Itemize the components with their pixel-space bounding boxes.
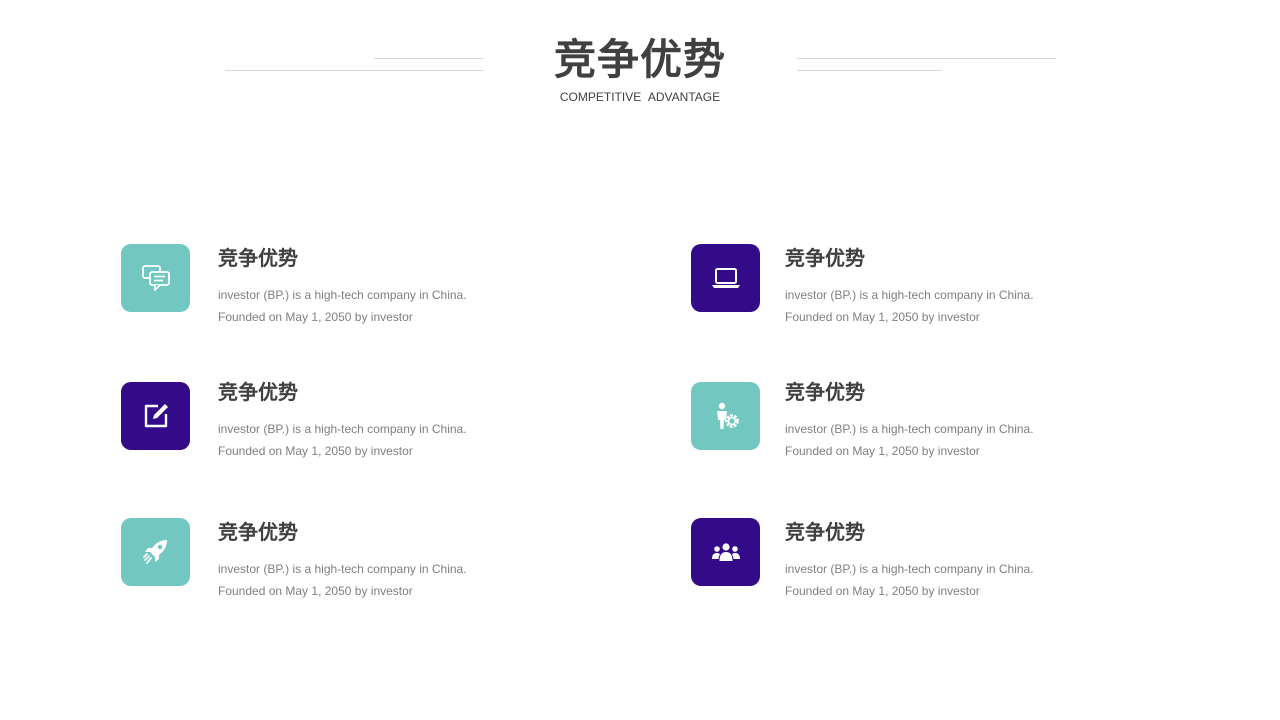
laptop-icon [691,244,760,312]
item-title: 竞争优势 [218,382,298,404]
item-description: investor (BP.) is a high-tech company in… [218,562,467,576]
item-description: investor (BP.) is a high-tech company in… [785,288,1034,302]
rocket-icon [121,518,190,586]
item-title: 竞争优势 [218,248,298,270]
page-title: 竞争优势 [553,36,726,83]
item-title: 竞争优势 [785,382,865,404]
person-gear-icon [691,382,760,450]
item-description: investor (BP.) is a high-tech company in… [785,422,1034,436]
item-description-2: Founded on May 1, 2050 by investor [785,584,980,598]
item-description-2: Founded on May 1, 2050 by investor [218,310,413,324]
edit-icon [121,382,190,450]
item-description-2: Founded on May 1, 2050 by investor [218,444,413,458]
item-description-2: Founded on May 1, 2050 by investor [785,310,980,324]
item-title: 竞争优势 [785,522,865,544]
item-description-2: Founded on May 1, 2050 by investor [785,444,980,458]
item-description: investor (BP.) is a high-tech company in… [218,422,467,436]
team-icon [691,518,760,586]
item-title: 竞争优势 [218,522,298,544]
item-description-2: Founded on May 1, 2050 by investor [218,584,413,598]
page-subtitle: COMPETITIVE ADVANTAGE [559,90,721,104]
item-description: investor (BP.) is a high-tech company in… [218,288,467,302]
item-title: 竞争优势 [785,248,865,270]
item-description: investor (BP.) is a high-tech company in… [785,562,1034,576]
chat-bubbles-icon [121,244,190,312]
